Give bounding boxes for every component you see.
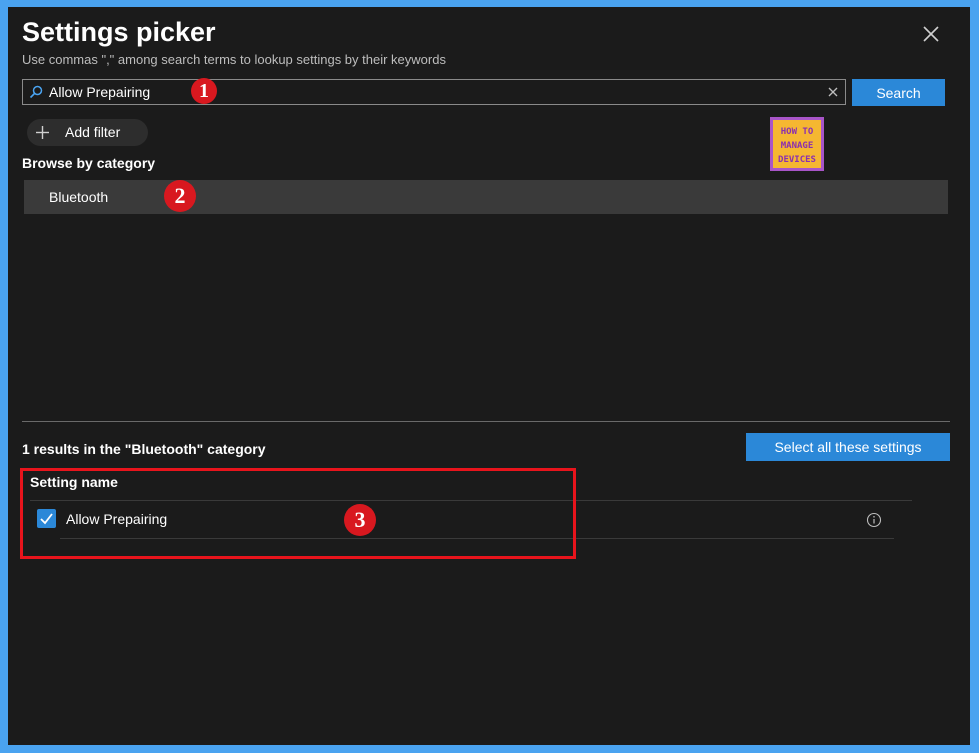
logo-line3: DEVICES <box>778 155 816 165</box>
plus-icon <box>36 126 49 139</box>
browse-by-category-label: Browse by category <box>22 155 156 171</box>
clear-icon[interactable] <box>827 86 839 98</box>
search-box <box>22 79 846 105</box>
logo-line2: MANAGE <box>781 141 814 151</box>
page-title: Settings picker <box>22 17 216 47</box>
search-icon <box>29 85 43 99</box>
annotation-badge-1: 1 <box>191 78 217 104</box>
add-filter-label: Add filter <box>65 124 121 140</box>
results-summary: 1 results in the "Bluetooth" category <box>22 441 266 457</box>
search-button[interactable]: Search <box>852 79 945 106</box>
add-filter-button[interactable]: Add filter <box>27 119 148 146</box>
how-to-manage-devices-logo: HOW TO MANAGE DEVICES <box>770 117 824 171</box>
annotation-badge-2: 2 <box>164 180 196 212</box>
annotation-highlight-box <box>20 468 576 559</box>
page-subtitle: Use commas "," among search terms to loo… <box>22 52 446 67</box>
select-all-settings-button[interactable]: Select all these settings <box>746 433 950 461</box>
annotation-badge-3: 3 <box>344 504 376 536</box>
category-row-bluetooth[interactable]: Bluetooth <box>24 180 948 214</box>
info-icon[interactable] <box>866 512 882 528</box>
settings-picker-panel: Settings picker Use commas "," among sea… <box>8 7 970 745</box>
logo-line1: HOW TO <box>781 127 814 137</box>
category-label: Bluetooth <box>49 189 109 205</box>
close-icon[interactable] <box>920 23 942 45</box>
search-input[interactable] <box>49 82 809 102</box>
section-divider <box>22 421 950 422</box>
